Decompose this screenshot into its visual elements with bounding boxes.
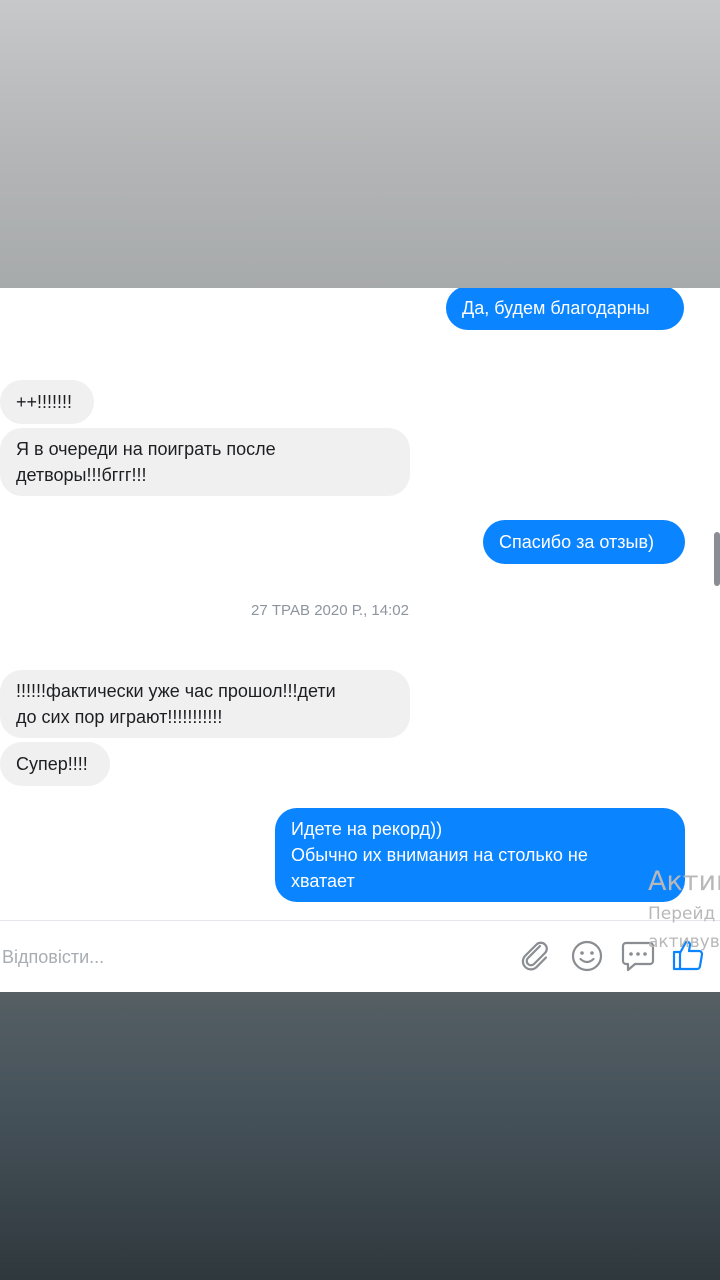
message-incoming: ++!!!!!!! [0, 380, 94, 424]
scrollbar-thumb[interactable] [714, 532, 720, 586]
message-outgoing: Да, будем благодарны [446, 288, 684, 330]
activation-watermark-title: Актив [648, 866, 720, 897]
message-incoming: Я в очереди на поиграть после детворы!!!… [0, 428, 410, 496]
message-outgoing: Идете на рекорд)) Обычно их внимания на … [275, 808, 685, 902]
message-incoming: Супер!!!! [0, 742, 110, 786]
chat-panel: Да, будем благодарны ++!!!!!!! Я в очере… [0, 288, 720, 992]
reply-input[interactable] [2, 944, 262, 970]
top-blurred-background [0, 0, 720, 288]
emoji-icon[interactable] [570, 939, 604, 973]
bottom-blurred-background [0, 992, 720, 1280]
activation-watermark-text: активув [648, 932, 720, 952]
activation-watermark-text: Перейд [648, 904, 716, 924]
composer-divider [0, 920, 720, 921]
attach-icon[interactable] [518, 938, 552, 972]
message-outgoing: Спасибо за отзыв) [483, 520, 685, 564]
message-timestamp: 27 ТРАВ 2020 Р., 14:02 [251, 602, 409, 619]
message-incoming: !!!!!!фактически уже час прошол!!!дети д… [0, 670, 410, 738]
